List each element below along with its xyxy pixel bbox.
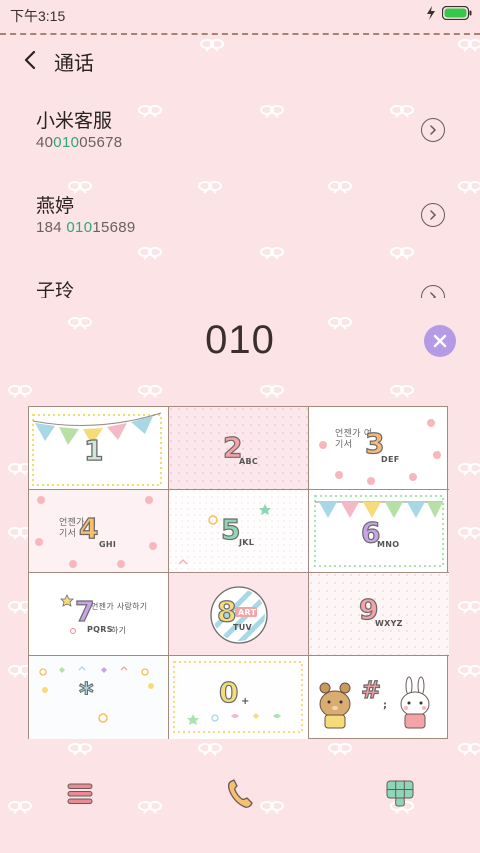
contact-detail-button[interactable] [421,118,445,142]
key-5[interactable]: 5 JKL [169,490,309,573]
key-4[interactable]: 언젠가 여기서 4 GHI [29,490,169,573]
bottom-bar [0,760,480,830]
back-button[interactable] [16,44,44,76]
menu-button[interactable] [58,772,102,816]
contact-name: 小米客服 [36,111,113,132]
key-hash[interactable]: # ; [309,656,449,739]
border-decoration [173,661,303,733]
phone-icon [227,779,253,808]
contact-name: 子玲 [36,281,75,298]
number-prefix: 184 [36,219,67,236]
chevron-right-icon [430,125,437,135]
key-digit: # [360,675,382,704]
confetti-decoration [39,666,154,723]
star-decoration [60,594,76,634]
key-digit: 5 [220,512,241,546]
key-star[interactable]: * [29,656,169,739]
contact-number: 184 01015689 [36,219,136,236]
key-letters: PQRS [87,625,113,634]
key-deco-text: 하기 [111,626,127,635]
key-digit: * [79,676,95,710]
key-2[interactable]: 2 ABC [169,407,309,490]
key-digit: 0 [218,675,239,709]
number-suffix: 05678 [79,134,123,151]
key-1[interactable]: 1 [29,407,169,490]
key-letters: GHI [99,540,117,549]
dial-input: 010 [205,318,275,362]
call-button[interactable] [218,772,262,816]
status-icons [426,6,472,20]
key-7[interactable]: 언젠가 사랑하기 7 PQRS 하기 [29,573,169,656]
status-bar: 下午3:15 [0,0,480,30]
number-match: 010 [53,134,80,151]
header: 通话 [0,40,480,80]
key-6[interactable]: 6 MNO [309,490,449,573]
key-digit: 4 [78,511,99,545]
battery-icon [442,6,472,20]
menu-icon [67,783,93,804]
key-3[interactable]: 언젠가 여기서 3 DEF [309,407,449,490]
key-letters: DEF [381,455,400,464]
key-digit: 7 [74,594,95,628]
key-deco-text: 언젠가 사랑하기 [91,602,148,611]
contact-item[interactable]: 小米客服 4001005678 [0,106,480,176]
dot-pattern [309,573,449,655]
key-letters: + [241,696,250,707]
contact-item[interactable]: 子玲 [0,276,480,298]
number-match: 010 [66,219,93,236]
number-prefix: 40 [36,134,54,151]
key-digit: 1 [83,433,104,467]
contact-detail-button[interactable] [421,203,445,227]
key-letters: TUV [233,623,253,632]
key-letters: WXYZ [375,619,403,628]
key-letters: MNO [377,540,400,549]
number-suffix: 15689 [92,219,136,236]
charging-icon [427,6,435,20]
page-title: 通话 [54,53,94,75]
contact-detail-button[interactable] [421,285,445,298]
clear-icon [433,334,447,348]
chevron-right-icon [430,292,437,298]
strawberry-decoration [35,496,157,568]
dial-keypad: 1 2 ABC 언젠가 여기서 3 DEF 언젠가 여기서 4 GHI 5 JK… [28,406,449,739]
header-divider [0,33,480,35]
contact-item[interactable]: 燕婷 184 01015689 [0,191,480,261]
back-arrow-icon [24,51,36,69]
key-0[interactable]: 0 + [169,656,309,739]
dialpad-toggle-button[interactable] [378,772,422,816]
chevron-right-icon [430,210,437,220]
key-letters: JKL [239,538,255,547]
key-8[interactable]: 8 ART TUV [169,573,309,656]
clear-button[interactable] [424,325,456,357]
dialpad-icon [386,780,414,807]
contact-number: 4001005678 [36,134,122,151]
key-9[interactable]: 9 WXYZ [309,573,449,656]
key-letters: ABC [239,457,259,466]
key-letters: ; [383,700,388,711]
status-time: 下午3:15 [10,8,66,24]
contact-name: 燕婷 [36,196,75,217]
key-deco-text: ART [238,608,257,617]
